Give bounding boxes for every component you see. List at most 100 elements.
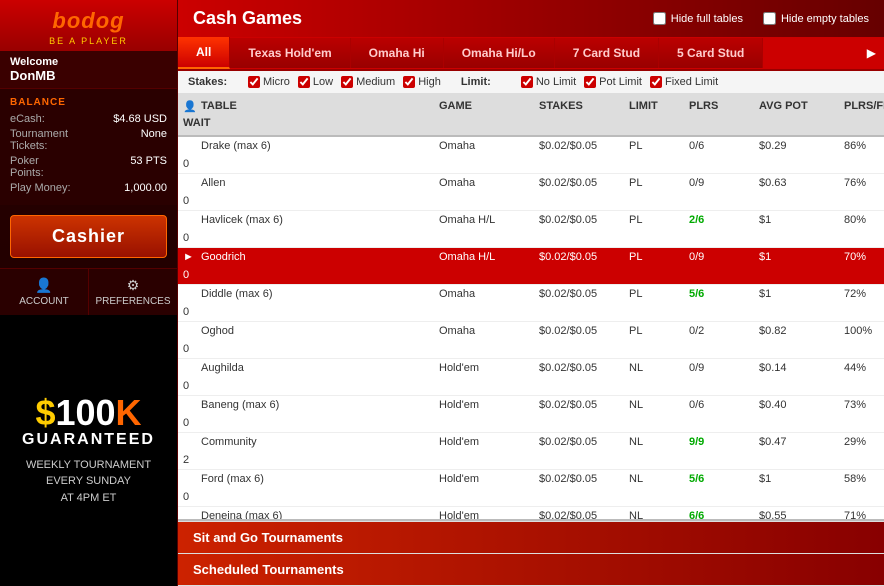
scheduled-section[interactable]: Scheduled Tournaments [178, 554, 884, 585]
bottom-nav: 👤 ACCOUNT ⚙ PREFERENCES [0, 268, 177, 315]
row-name: Diddle (max 6) [196, 285, 434, 303]
promo-detail: WEEKLY TOURNAMENTEVERY SUNDAYAT 4PM ET [26, 457, 151, 507]
row-plrs: 0/6 [684, 396, 754, 414]
tab-5cardstud[interactable]: 5 Card Stud [659, 38, 763, 68]
main-content: Cash Games Hide full tables Hide empty t… [178, 0, 884, 586]
tab-omahahilo[interactable]: Omaha Hi/Lo [444, 38, 555, 68]
row-limit: PL [624, 285, 684, 303]
poker-points-value: 53 PTS [130, 155, 167, 179]
sidebar: bodog BE A PLAYER Welcome DonMB BALANCE … [0, 0, 178, 586]
row-stakes: $0.02/$0.05 [534, 470, 624, 488]
row-name: Drake (max 6) [196, 137, 434, 155]
row-name: Baneng (max 6) [196, 396, 434, 414]
page-title: Cash Games [193, 8, 302, 29]
row-stakes: $0.02/$0.05 [534, 137, 624, 155]
filter-high[interactable]: High [403, 76, 441, 88]
row-wait: 0 [178, 414, 196, 432]
row-plrsflop: 80% [839, 211, 884, 229]
col-avgpot: AVG POT [754, 98, 839, 115]
tab-7cardstud[interactable]: 7 Card Stud [555, 38, 659, 68]
row-wait: 2 [178, 451, 196, 469]
hide-full-checkbox[interactable] [653, 12, 666, 25]
play-money-row: Play Money: 1,000.00 [10, 182, 167, 194]
play-money-label: Play Money: [10, 182, 71, 194]
row-plrsflop: 72% [839, 285, 884, 303]
row-wait: 0 [178, 377, 196, 395]
row-plrsflop: 58% [839, 470, 884, 488]
filter-nolimit[interactable]: No Limit [521, 76, 576, 88]
row-plrs: 5/6 [684, 470, 754, 488]
filter-potlimit[interactable]: Pot Limit [584, 76, 642, 88]
filter-row: Stakes: Micro Low Medium High Limit: No … [178, 71, 884, 94]
tab-holdem[interactable]: Texas Hold'em [230, 38, 350, 68]
play-money-value: 1,000.00 [124, 182, 167, 194]
row-game: Omaha H/L [434, 211, 534, 229]
hide-empty-checkbox[interactable] [763, 12, 776, 25]
row-game: Omaha [434, 174, 534, 192]
row-arrow: ► [178, 248, 196, 266]
hide-full-option[interactable]: Hide full tables [653, 12, 743, 25]
filter-fixedlimit[interactable]: Fixed Limit [650, 76, 718, 88]
table-row[interactable]: ► Goodrich Omaha H/L $0.02/$0.05 PL 0/9 … [178, 248, 884, 285]
filter-medium[interactable]: Medium [341, 76, 395, 88]
table-row[interactable]: Ford (max 6) Hold'em $0.02/$0.05 NL 5/6 … [178, 470, 884, 507]
row-name: Havlicek (max 6) [196, 211, 434, 229]
col-stakes: STAKES [534, 98, 624, 115]
row-plrsflop: 73% [839, 396, 884, 414]
row-plrsflop: 29% [839, 433, 884, 451]
tab-all[interactable]: All [178, 37, 230, 69]
filter-micro[interactable]: Micro [248, 76, 290, 88]
hide-empty-option[interactable]: Hide empty tables [763, 12, 869, 25]
stakes-filters: Micro Low Medium High [248, 76, 441, 88]
cashier-button[interactable]: Cashier [10, 215, 167, 258]
row-arrow [178, 180, 196, 186]
filter-low[interactable]: Low [298, 76, 333, 88]
table-row[interactable]: Diddle (max 6) Omaha $0.02/$0.05 PL 5/6 … [178, 285, 884, 322]
table-row[interactable]: Oghod Omaha $0.02/$0.05 PL 0/2 $0.82 100… [178, 322, 884, 359]
tab-scroll-arrow[interactable]: ▶ [859, 38, 884, 68]
row-name: Allen [196, 174, 434, 192]
tab-omaha[interactable]: Omaha Hi [351, 38, 444, 68]
row-game: Hold'em [434, 396, 534, 414]
table-row[interactable]: Deneina (max 6) Hold'em $0.02/$0.05 NL 6… [178, 507, 884, 519]
logo: bodog [52, 8, 124, 34]
col-wait: WAIT [178, 115, 196, 131]
row-stakes: $0.02/$0.05 [534, 248, 624, 266]
row-arrow [178, 143, 196, 149]
table-body: Drake (max 6) Omaha $0.02/$0.05 PL 0/6 $… [178, 137, 884, 519]
tournament-row: TournamentTickets: None [10, 128, 167, 152]
row-avgpot: $0.29 [754, 137, 839, 155]
table-row[interactable]: Aughilda Hold'em $0.02/$0.05 NL 0/9 $0.1… [178, 359, 884, 396]
table-row[interactable]: Community Hold'em $0.02/$0.05 NL 9/9 $0.… [178, 433, 884, 470]
logo-area: bodog BE A PLAYER [0, 0, 177, 51]
row-limit: PL [624, 322, 684, 340]
row-game: Hold'em [434, 433, 534, 451]
row-arrow [178, 402, 196, 408]
row-plrs: 5/6 [684, 285, 754, 303]
row-wait: 0 [178, 192, 196, 210]
table-row[interactable]: Allen Omaha $0.02/$0.05 PL 0/9 $0.63 76%… [178, 174, 884, 211]
row-wait: 0 [178, 155, 196, 173]
games-table: 👤 TABLE GAME STAKES LIMIT PLRS AVG POT P… [178, 94, 884, 519]
preferences-icon: ⚙ [94, 277, 172, 294]
row-game: Omaha H/L [434, 248, 534, 266]
row-stakes: $0.02/$0.05 [534, 285, 624, 303]
row-wait: 0 [178, 229, 196, 247]
ecash-value: $4.68 USD [113, 113, 167, 125]
table-row[interactable]: Baneng (max 6) Hold'em $0.02/$0.05 NL 0/… [178, 396, 884, 433]
table-row[interactable]: Havlicek (max 6) Omaha H/L $0.02/$0.05 P… [178, 211, 884, 248]
account-button[interactable]: 👤 ACCOUNT [0, 269, 89, 315]
ecash-label: eCash: [10, 113, 45, 125]
row-avgpot: $1 [754, 470, 839, 488]
row-stakes: $0.02/$0.05 [534, 396, 624, 414]
row-name: Community [196, 433, 434, 451]
table-row[interactable]: Drake (max 6) Omaha $0.02/$0.05 PL 0/6 $… [178, 137, 884, 174]
row-arrow [178, 328, 196, 334]
row-limit: PL [624, 248, 684, 266]
row-game: Omaha [434, 137, 534, 155]
row-limit: NL [624, 470, 684, 488]
sit-and-go-section[interactable]: Sit and Go Tournaments [178, 522, 884, 553]
preferences-button[interactable]: ⚙ PREFERENCES [89, 269, 177, 315]
col-game: GAME [434, 98, 534, 115]
row-name: Goodrich [196, 248, 434, 266]
